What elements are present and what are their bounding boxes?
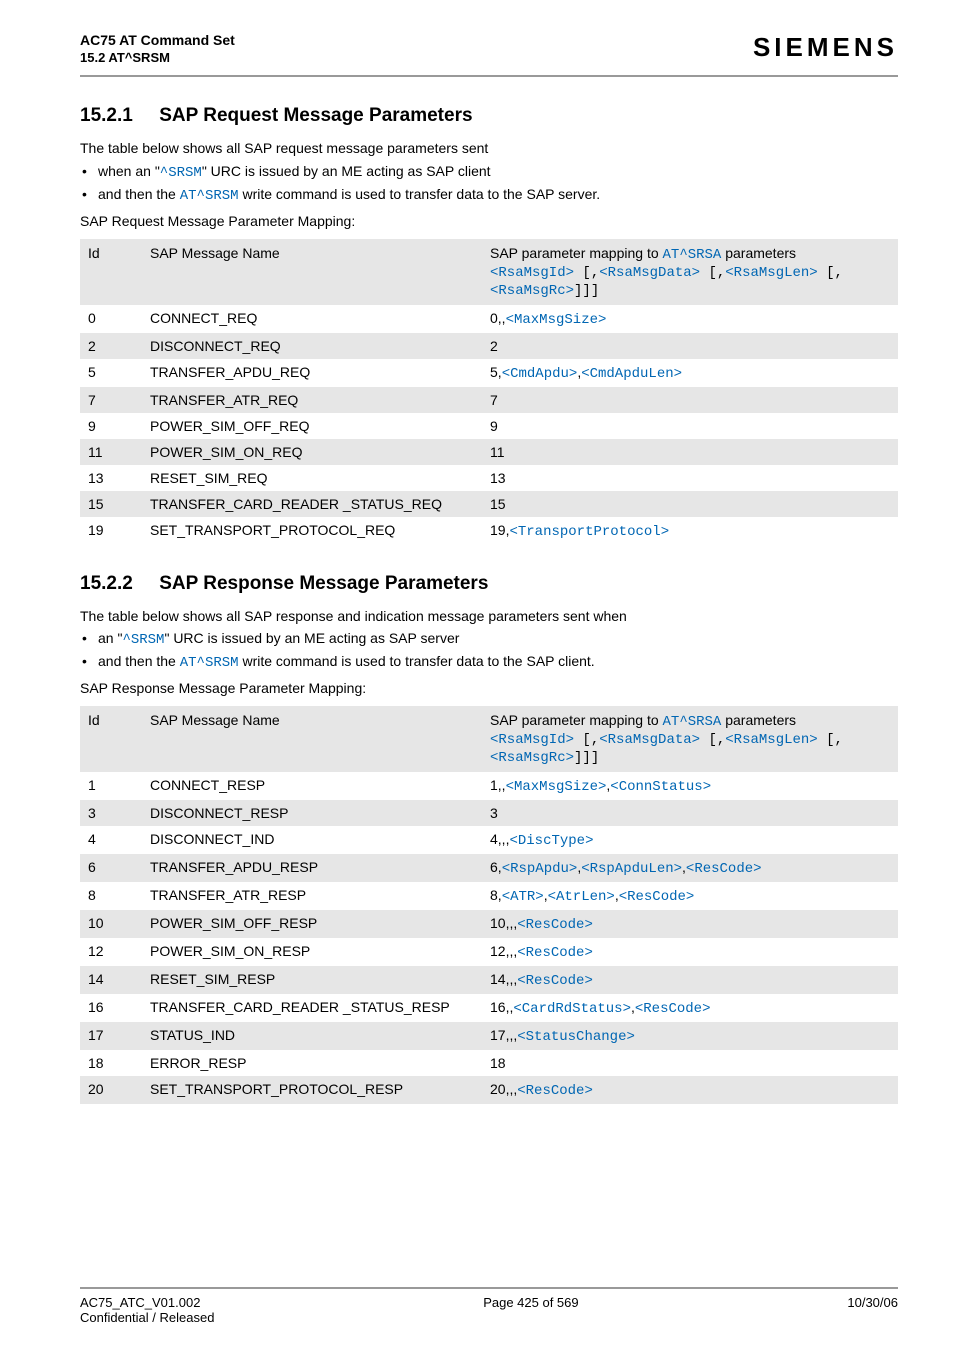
list-item: an "^SRSM" URC is issued by an ME acting… [80,629,898,650]
table-row: 8TRANSFER_ATR_RESP8,<ATR>,<AtrLen>,<ResC… [80,882,898,910]
section-2-bullets: an "^SRSM" URC is issued by an ME acting… [80,629,898,673]
table-row: 11POWER_SIM_ON_REQ11 [80,439,898,465]
section-2-mapping-label: SAP Response Message Parameter Mapping: [80,679,898,698]
page-header: AC75 AT Command Set 15.2 AT^SRSM SIEMENS [80,32,898,77]
request-table: Id SAP Message Name SAP parameter mappin… [80,239,898,545]
th-mapping: SAP parameter mapping to AT^SRSA paramet… [482,706,898,772]
th-name: SAP Message Name [142,239,482,305]
table-row: 14RESET_SIM_RESP14,,,<ResCode> [80,966,898,994]
section-1-intro: The table below shows all SAP request me… [80,139,898,158]
table-row: 7TRANSFER_ATR_REQ7 [80,387,898,413]
table-row: 0CONNECT_REQ0,,<MaxMsgSize> [80,305,898,333]
table-row: 12POWER_SIM_ON_RESP12,,,<ResCode> [80,938,898,966]
response-table: Id SAP Message Name SAP parameter mappin… [80,706,898,1104]
section-2-intro: The table below shows all SAP response a… [80,607,898,626]
section-1-number: 15.2.1 [80,105,133,126]
footer-right: 10/30/06 [847,1295,898,1325]
table-row: 9POWER_SIM_OFF_REQ9 [80,413,898,439]
table-header-row: Id SAP Message Name SAP parameter mappin… [80,706,898,772]
section-1-mapping-label: SAP Request Message Parameter Mapping: [80,212,898,231]
table-row: 1CONNECT_RESP1,,<MaxMsgSize>,<ConnStatus… [80,772,898,800]
table-row: 13RESET_SIM_REQ13 [80,465,898,491]
section-2-number: 15.2.2 [80,573,133,594]
siemens-logo: SIEMENS [753,32,898,63]
list-item: and then the AT^SRSM write command is us… [80,185,898,206]
th-mapping: SAP parameter mapping to AT^SRSA paramet… [482,239,898,305]
th-id: Id [80,239,142,305]
table-row: 10POWER_SIM_OFF_RESP10,,,<ResCode> [80,910,898,938]
table-row: 19SET_TRANSPORT_PROTOCOL_REQ19,<Transpor… [80,517,898,545]
table-row: 15TRANSFER_CARD_READER _STATUS_REQ15 [80,491,898,517]
doc-subtitle: 15.2 AT^SRSM [80,50,235,65]
list-item: and then the AT^SRSM write command is us… [80,652,898,673]
footer-center: Page 425 of 569 [483,1295,578,1325]
header-left: AC75 AT Command Set 15.2 AT^SRSM [80,32,235,65]
th-name: SAP Message Name [142,706,482,772]
th-id: Id [80,706,142,772]
page-footer: AC75_ATC_V01.002 Confidential / Released… [80,1287,898,1325]
section-1-bullets: when an "^SRSM" URC is issued by an ME a… [80,162,898,206]
table-row: 5TRANSFER_APDU_REQ5,<CmdApdu>,<CmdApduLe… [80,359,898,387]
footer-left: AC75_ATC_V01.002 Confidential / Released [80,1295,214,1325]
table-row: 4DISCONNECT_IND4,,,<DiscType> [80,826,898,854]
table-row: 20SET_TRANSPORT_PROTOCOL_RESP20,,,<ResCo… [80,1076,898,1104]
table-row: 3DISCONNECT_RESP3 [80,800,898,826]
section-1-heading: SAP Request Message Parameters [159,105,472,126]
section-2-heading: SAP Response Message Parameters [159,573,488,594]
section-1-title: 15.2.1 SAP Request Message Parameters [80,105,898,127]
table-row: 6TRANSFER_APDU_RESP6,<RspApdu>,<RspApduL… [80,854,898,882]
list-item: when an "^SRSM" URC is issued by an ME a… [80,162,898,183]
doc-title: AC75 AT Command Set [80,32,235,48]
table-header-row: Id SAP Message Name SAP parameter mappin… [80,239,898,305]
table-row: 2DISCONNECT_REQ2 [80,333,898,359]
table-row: 18ERROR_RESP18 [80,1050,898,1076]
section-2-title: 15.2.2 SAP Response Message Parameters [80,573,898,595]
table-row: 16TRANSFER_CARD_READER _STATUS_RESP16,,<… [80,994,898,1022]
table-row: 17STATUS_IND17,,,<StatusChange> [80,1022,898,1050]
